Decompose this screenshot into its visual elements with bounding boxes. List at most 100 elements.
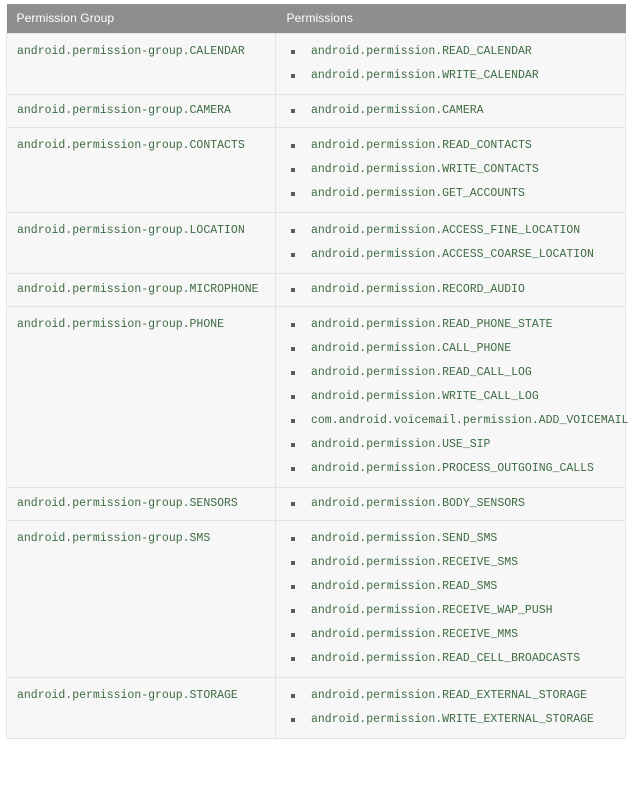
permission-group-name: android.permission-group.SENSORS bbox=[17, 497, 238, 510]
permission-name: android.permission.READ_PHONE_STATE bbox=[311, 318, 553, 331]
permission-name: android.permission.GET_ACCOUNTS bbox=[311, 187, 525, 200]
list-item: android.permission.CAMERA bbox=[276, 99, 625, 123]
list-item: android.permission.WRITE_CALENDAR bbox=[276, 64, 625, 88]
list-item: android.permission.READ_CONTACTS bbox=[276, 134, 625, 158]
permissions-list: android.permission.SEND_SMS android.permi… bbox=[276, 521, 625, 677]
bullet-icon bbox=[291, 229, 295, 233]
permission-name: android.permission.READ_SMS bbox=[311, 580, 498, 593]
bullet-icon bbox=[291, 109, 295, 113]
permission-name: com.android.voicemail.permission.ADD_VOI… bbox=[311, 414, 629, 427]
permission-name: android.permission.READ_CELL_BROADCASTS bbox=[311, 652, 581, 665]
bullet-icon bbox=[291, 288, 295, 292]
permission-group-name: android.permission-group.CALENDAR bbox=[17, 45, 245, 58]
bullet-icon bbox=[291, 347, 295, 351]
list-item: android.permission.SEND_SMS bbox=[276, 527, 625, 551]
permissions-cell: android.permission.SEND_SMS android.permi… bbox=[275, 520, 626, 678]
list-item: android.permission.RECEIVE_MMS bbox=[276, 623, 625, 647]
permission-group-cell: android.permission-group.CALENDAR bbox=[6, 33, 276, 95]
bullet-icon bbox=[291, 585, 295, 589]
bullet-icon bbox=[291, 694, 295, 698]
bullet-icon bbox=[291, 144, 295, 148]
table-header-row: Permission Group Permissions bbox=[6, 4, 626, 34]
list-item: android.permission.GET_ACCOUNTS bbox=[276, 182, 625, 206]
bullet-icon bbox=[291, 443, 295, 447]
table-row: android.permission-group.PHONE android.pe… bbox=[6, 306, 629, 488]
list-item: android.permission.WRITE_EXTERNAL_STORAG… bbox=[276, 708, 625, 732]
permissions-list: android.permission.READ_CONTACTS android.… bbox=[276, 128, 625, 212]
permissions-list: android.permission.RECORD_AUDIO bbox=[276, 274, 625, 306]
permission-group-name: android.permission-group.PHONE bbox=[17, 318, 225, 331]
bullet-icon bbox=[291, 74, 295, 78]
list-item: android.permission.READ_CALENDAR bbox=[276, 40, 625, 64]
permissions-list: android.permission.READ_EXTERNAL_STORAGE… bbox=[276, 678, 625, 738]
bullet-icon bbox=[291, 467, 295, 471]
bullet-icon bbox=[291, 537, 295, 541]
table-row: android.permission-group.STORAGE android.… bbox=[6, 677, 626, 739]
list-item: com.android.voicemail.permission.ADD_VOI… bbox=[276, 409, 629, 433]
list-item: android.permission.WRITE_CONTACTS bbox=[276, 158, 625, 182]
permission-name: android.permission.SEND_SMS bbox=[311, 532, 498, 545]
table-row: android.permission-group.MICROPHONE andro… bbox=[6, 273, 626, 307]
bullet-icon bbox=[291, 371, 295, 375]
bullet-icon bbox=[291, 609, 295, 613]
list-item: android.permission.ACCESS_COARSE_LOCATIO… bbox=[276, 243, 625, 267]
bullet-icon bbox=[291, 323, 295, 327]
permissions-cell: android.permission.READ_EXTERNAL_STORAGE… bbox=[275, 677, 626, 739]
column-header-permission-group: Permission Group bbox=[6, 4, 276, 34]
permission-table-container: Permission Group Permissions android.per… bbox=[6, 4, 629, 739]
permission-name: android.permission.BODY_SENSORS bbox=[311, 497, 525, 510]
permission-name: android.permission.CALL_PHONE bbox=[311, 342, 512, 355]
table-body: android.permission-group.CALENDAR android… bbox=[6, 33, 629, 739]
permission-name: android.permission.READ_EXTERNAL_STORAGE bbox=[311, 689, 588, 702]
list-item: android.permission.ACCESS_FINE_LOCATION bbox=[276, 219, 625, 243]
list-item: android.permission.CALL_PHONE bbox=[276, 337, 625, 361]
table-row: android.permission-group.CALENDAR android… bbox=[6, 33, 626, 95]
bullet-icon bbox=[291, 168, 295, 172]
list-item: android.permission.READ_EXTERNAL_STORAGE bbox=[276, 684, 625, 708]
permission-group-cell: android.permission-group.LOCATION bbox=[6, 212, 276, 274]
table-row: android.permission-group.CONTACTS android… bbox=[6, 127, 626, 213]
permission-group-cell: android.permission-group.CAMERA bbox=[6, 94, 276, 128]
list-item: android.permission.BODY_SENSORS bbox=[276, 492, 625, 516]
permission-group-name: android.permission-group.SMS bbox=[17, 532, 211, 545]
bullet-icon bbox=[291, 395, 295, 399]
bullet-icon bbox=[291, 561, 295, 565]
list-item: android.permission.READ_CALL_LOG bbox=[276, 361, 625, 385]
list-item: android.permission.RECORD_AUDIO bbox=[276, 278, 625, 302]
permission-group-name: android.permission-group.CAMERA bbox=[17, 104, 231, 117]
permission-name: android.permission.RECORD_AUDIO bbox=[311, 283, 525, 296]
table-row: android.permission-group.CAMERA android.p… bbox=[6, 94, 626, 128]
permissions-cell: android.permission.READ_CONTACTS android.… bbox=[275, 127, 626, 213]
permissions-cell: android.permission.READ_PHONE_STATEandro… bbox=[275, 306, 629, 488]
table-header: Permission Group Permissions bbox=[6, 4, 626, 34]
permission-name: android.permission.WRITE_EXTERNAL_STORAG… bbox=[311, 713, 594, 726]
table-row: android.permission-group.SMS android.perm… bbox=[6, 520, 626, 678]
permission-name: android.permission.READ_CONTACTS bbox=[311, 139, 532, 152]
permissions-cell: android.permission.RECORD_AUDIO bbox=[275, 273, 626, 307]
permission-name: android.permission.WRITE_CALL_LOG bbox=[311, 390, 539, 403]
list-item: android.permission.READ_PHONE_STATE bbox=[276, 313, 625, 337]
permission-group-name: android.permission-group.STORAGE bbox=[17, 689, 238, 702]
permission-group-cell: android.permission-group.STORAGE bbox=[6, 677, 276, 739]
permissions-list: android.permission.READ_CALENDAR android.… bbox=[276, 34, 625, 94]
bullet-icon bbox=[291, 502, 295, 506]
permission-name: android.permission.RECEIVE_MMS bbox=[311, 628, 519, 641]
permission-group-name: android.permission-group.LOCATION bbox=[17, 224, 245, 237]
bullet-icon bbox=[291, 718, 295, 722]
permission-name: android.permission.WRITE_CONTACTS bbox=[311, 163, 539, 176]
bullet-icon bbox=[291, 192, 295, 196]
android-permission-groups-table: Permission Group Permissions android.per… bbox=[6, 4, 629, 739]
permissions-cell: android.permission.READ_CALENDAR android.… bbox=[275, 33, 626, 95]
column-header-permissions: Permissions bbox=[275, 4, 626, 34]
list-item: android.permission.READ_CELL_BROADCASTS bbox=[276, 647, 625, 671]
bullet-icon bbox=[291, 419, 295, 423]
permission-name: android.permission.WRITE_CALENDAR bbox=[311, 69, 539, 82]
permission-name: android.permission.USE_SIP bbox=[311, 438, 491, 451]
permission-name: android.permission.CAMERA bbox=[311, 104, 484, 117]
permissions-list: android.permission.ACCESS_FINE_LOCATION a… bbox=[276, 213, 625, 273]
permission-name: android.permission.PROCESS_OUTGOING_CALL… bbox=[311, 462, 594, 475]
list-item: android.permission.WRITE_CALL_LOG bbox=[276, 385, 625, 409]
permission-name: android.permission.READ_CALENDAR bbox=[311, 45, 532, 58]
permission-name: android.permission.READ_CALL_LOG bbox=[311, 366, 532, 379]
table-row: android.permission-group.LOCATION android… bbox=[6, 212, 626, 274]
